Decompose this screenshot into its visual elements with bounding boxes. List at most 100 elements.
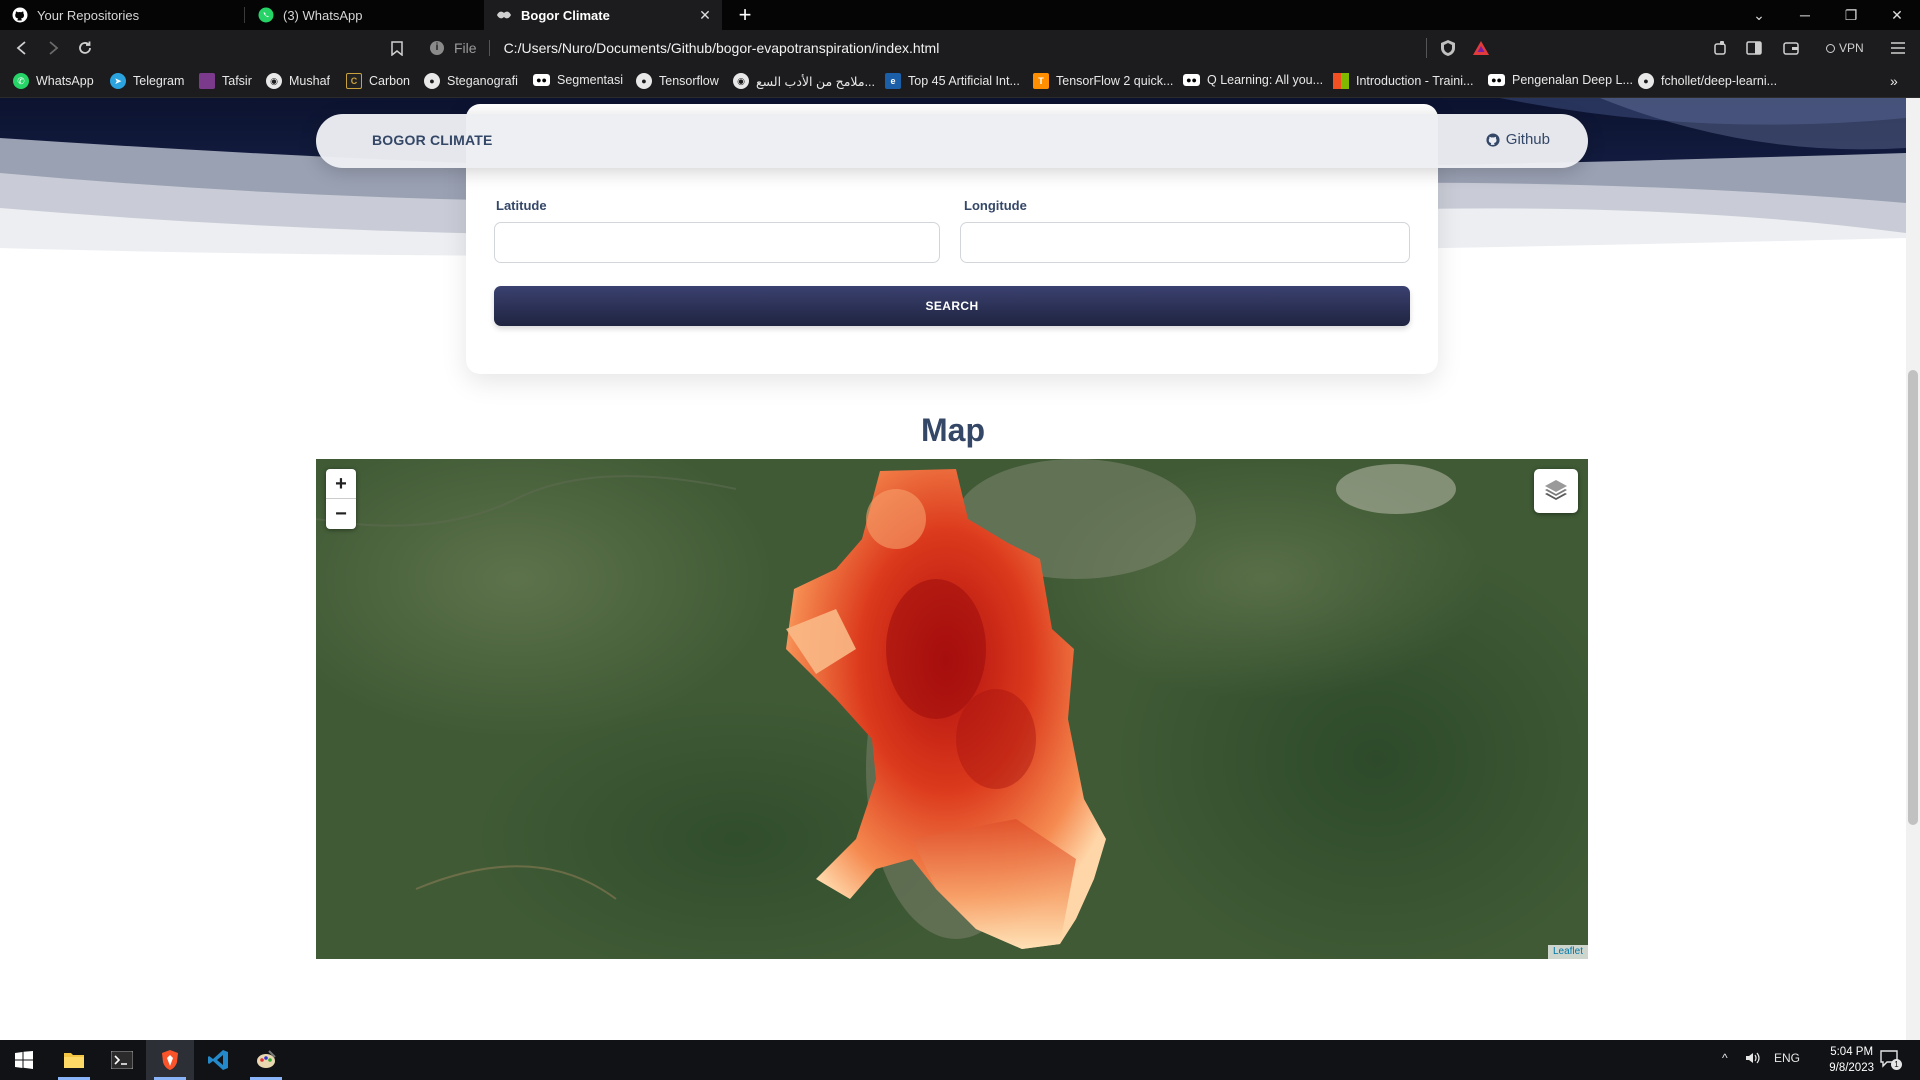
brand-link[interactable]: BOGOR CLIMATE: [372, 132, 493, 148]
url-scheme: File: [454, 40, 477, 56]
github-icon: ●: [636, 73, 652, 89]
microsoft-icon: [1333, 73, 1349, 89]
zoom-in-button[interactable]: +: [326, 469, 356, 499]
paint-icon[interactable]: [242, 1040, 290, 1080]
site-navbar: BOGOR CLIMATE Github: [316, 114, 1588, 168]
sidebar-icon[interactable]: [1743, 37, 1765, 59]
bookmark-whatsapp[interactable]: ✆ WhatsApp: [13, 73, 94, 89]
url-text[interactable]: C:/Users/Nuro/Documents/Github/bogor-eva…: [504, 40, 940, 56]
satellite-tile-layer: [316, 459, 1588, 959]
info-icon[interactable]: i: [430, 41, 444, 55]
github-icon: ●: [424, 73, 440, 89]
windows-taskbar: ^ ENG 5:04 PM 9/8/2023 1: [0, 1040, 1920, 1080]
github-label: Github: [1505, 131, 1550, 148]
tab-your-repositories[interactable]: Your Repositories: [0, 0, 244, 30]
bookmarks-overflow-icon[interactable]: »: [1890, 73, 1898, 89]
layers-control[interactable]: [1534, 469, 1578, 513]
bookmark-icon[interactable]: [386, 37, 408, 59]
wallet-icon[interactable]: [1780, 37, 1802, 59]
bookmark-label: fchollet/deep-learni...: [1661, 74, 1778, 88]
system-clock[interactable]: 5:04 PM 9/8/2023: [1829, 1044, 1874, 1076]
carbon-icon: C: [346, 73, 362, 89]
tab-label: Your Repositories: [37, 7, 140, 23]
github-icon: ●: [1638, 73, 1654, 89]
extensions-icon[interactable]: [1710, 37, 1732, 59]
bookmark-label: Pengenalan Deep L...: [1512, 73, 1633, 87]
brave-rewards-icon[interactable]: [1472, 39, 1490, 57]
whatsapp-icon: [258, 7, 274, 23]
language-indicator[interactable]: ENG: [1774, 1051, 1800, 1065]
back-icon[interactable]: [11, 37, 33, 59]
search-button[interactable]: SEARCH: [494, 286, 1410, 326]
bookmark-introduction[interactable]: Introduction - Traini...: [1333, 73, 1473, 89]
bookmark-label: Steganografi: [447, 74, 518, 88]
github-link[interactable]: Github: [1486, 131, 1550, 148]
forward-icon[interactable]: [42, 37, 64, 59]
vpn-icon: [1826, 43, 1835, 53]
bookmark-label: Q Learning: All you...: [1207, 73, 1324, 87]
tab-bogor-climate[interactable]: Bogor Climate ✕: [484, 0, 722, 30]
latitude-input[interactable]: [494, 222, 940, 263]
menu-icon[interactable]: [1887, 37, 1909, 59]
volume-icon[interactable]: [1745, 1051, 1761, 1068]
clock-time: 5:04 PM: [1830, 1046, 1874, 1058]
browser-toolbar: i File C:/Users/Nuro/Documents/Github/bo…: [0, 30, 1920, 66]
bookmark-label: Segmentasi: [557, 73, 624, 87]
vscode-icon[interactable]: [194, 1040, 242, 1080]
tray-overflow-icon[interactable]: ^: [1722, 1051, 1728, 1065]
tab-list-chevron-icon[interactable]: ⌄: [1736, 0, 1782, 30]
tab-whatsapp[interactable]: (3) WhatsApp: [246, 0, 482, 30]
new-tab-button[interactable]: +: [734, 4, 756, 26]
bookmark-tafsir[interactable]: Tafsir: [199, 73, 252, 89]
bookmark-tensorflow[interactable]: ● Tensorflow: [636, 73, 719, 89]
bookmark-pengenalan[interactable]: ●● Pengenalan Deep L...: [1488, 73, 1633, 87]
bookmark-label: ملامح من الأدب السع...: [756, 74, 875, 89]
longitude-input[interactable]: [960, 222, 1410, 263]
page-content: Latitude Longitude SEARCH BOGOR CLIMATE …: [0, 98, 1906, 1040]
windows-start-icon[interactable]: [0, 1040, 48, 1080]
bookmark-label: Carbon: [369, 74, 410, 88]
medium-icon: ●●: [1488, 74, 1505, 86]
close-icon[interactable]: ✕: [698, 8, 712, 22]
reload-icon[interactable]: [74, 37, 96, 59]
globe-icon: ◉: [733, 73, 749, 89]
address-bar[interactable]: i File C:/Users/Nuro/Documents/Github/bo…: [418, 35, 1496, 61]
github-icon: [1486, 132, 1500, 147]
vpn-label: VPN: [1839, 41, 1864, 55]
brave-icon[interactable]: [146, 1040, 194, 1080]
bookmark-steganografi[interactable]: ● Steganografi: [424, 73, 518, 89]
bookmark-top45-ai[interactable]: e Top 45 Artificial Int...: [885, 73, 1020, 89]
bookmark-q-learning[interactable]: ●● Q Learning: All you...: [1183, 73, 1323, 87]
minimize-button[interactable]: ─: [1782, 0, 1828, 30]
map-attribution[interactable]: Leaflet: [1547, 945, 1588, 959]
site-icon: e: [885, 73, 901, 89]
bookmark-carbon[interactable]: C Carbon: [346, 73, 410, 89]
scrollbar-thumb[interactable]: [1908, 370, 1918, 825]
clock-date: 9/8/2023: [1829, 1062, 1874, 1074]
bookmark-arabic-literature[interactable]: ◉ ملامح من الأدب السع...: [733, 73, 875, 89]
bookmark-fchollet[interactable]: ● fchollet/deep-learni...: [1638, 73, 1777, 89]
latitude-label: Latitude: [496, 198, 547, 213]
terminal-icon[interactable]: [98, 1040, 146, 1080]
restore-button[interactable]: ❐: [1828, 0, 1874, 30]
vpn-button[interactable]: VPN: [1826, 38, 1864, 58]
bookmark-segmentasi[interactable]: ●● Segmentasi: [533, 73, 623, 87]
bookmark-telegram[interactable]: ➤ Telegram: [110, 73, 184, 89]
bookmarks-bar: ✆ WhatsApp ➤ Telegram Tafsir ◉ Mushaf C Carb…: [0, 66, 1920, 98]
bookmark-label: Tensorflow: [659, 74, 719, 88]
bookmark-label: Tafsir: [222, 74, 252, 88]
bookmark-mushaf[interactable]: ◉ Mushaf: [266, 73, 330, 89]
notification-icon[interactable]: 1: [1880, 1050, 1902, 1071]
longitude-label: Longitude: [964, 198, 1027, 213]
bookmark-label: Top 45 Artificial Int...: [908, 74, 1020, 88]
close-window-button[interactable]: ✕: [1874, 0, 1920, 30]
bookmark-tensorflow2[interactable]: T TensorFlow 2 quick...: [1033, 73, 1173, 89]
zoom-control: + −: [326, 469, 356, 529]
bookmark-label: Introduction - Traini...: [1356, 74, 1474, 88]
browser-tab-bar: Your Repositories (3) WhatsApp Bogor Cli…: [0, 0, 1920, 30]
brave-shields-icon[interactable]: [1439, 39, 1457, 57]
file-explorer-icon[interactable]: [50, 1040, 98, 1080]
leaflet-map[interactable]: + − Leaflet: [316, 459, 1588, 959]
bookmark-label: TensorFlow 2 quick...: [1056, 74, 1174, 88]
zoom-out-button[interactable]: −: [326, 499, 356, 529]
